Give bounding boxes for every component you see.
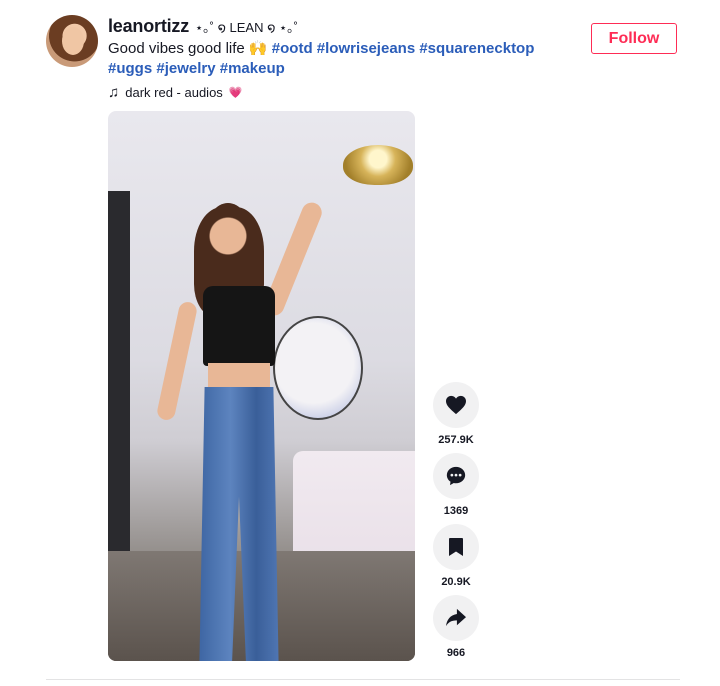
video-round-mirror bbox=[273, 316, 363, 420]
action-bar: 257.9K 1369 20.9K 966 bbox=[432, 382, 480, 666]
video-post: leanortizz ⋆｡˚ ໑ LEAN ໑ ⋆｡˚ Good vibes g… bbox=[0, 0, 720, 686]
avatar-face bbox=[62, 27, 84, 55]
video-player[interactable] bbox=[108, 111, 415, 661]
video-doorway bbox=[108, 191, 130, 611]
comment-count: 1369 bbox=[443, 505, 469, 517]
hashtag-link[interactable]: #squarenecktop bbox=[419, 40, 534, 57]
share-button[interactable] bbox=[433, 595, 479, 641]
pink-heart-icon: 💗 bbox=[228, 86, 243, 99]
share-icon bbox=[446, 608, 466, 627]
author-avatar[interactable] bbox=[46, 15, 98, 67]
follow-button[interactable]: Follow bbox=[591, 23, 677, 54]
author-line: leanortizz ⋆｡˚ ໑ LEAN ໑ ⋆｡˚ bbox=[108, 16, 578, 38]
post-divider bbox=[46, 679, 680, 680]
save-button[interactable] bbox=[433, 524, 479, 570]
hashtag-link[interactable]: #makeup bbox=[220, 60, 285, 77]
comment-button[interactable] bbox=[433, 453, 479, 499]
hashtag-link[interactable]: #jewelry bbox=[156, 60, 215, 77]
hashtag-link[interactable]: #lowrisejeans bbox=[317, 40, 415, 57]
author-username[interactable]: leanortizz bbox=[108, 16, 189, 37]
save-count: 20.9K bbox=[441, 576, 471, 588]
video-ceiling-lamp bbox=[343, 145, 413, 185]
like-count: 257.9K bbox=[438, 434, 474, 446]
caption-text: Good vibes good life 🙌 bbox=[108, 40, 268, 57]
video-person-top bbox=[203, 286, 275, 366]
music-title: dark red - audios bbox=[125, 84, 223, 100]
author-nickname: ⋆｡˚ ໑ LEAN ໑ ⋆｡˚ bbox=[195, 20, 299, 35]
music-note-icon: ♫ bbox=[108, 83, 120, 101]
heart-icon bbox=[446, 395, 466, 415]
video-person-lower-arm bbox=[155, 300, 199, 422]
like-button[interactable] bbox=[433, 382, 479, 428]
hashtag-link[interactable]: #ootd bbox=[272, 40, 313, 57]
share-count: 966 bbox=[446, 647, 466, 659]
video-person-head bbox=[206, 203, 250, 263]
post-header: leanortizz ⋆｡˚ ໑ LEAN ໑ ⋆｡˚ Good vibes g… bbox=[108, 16, 578, 101]
save-action: 20.9K bbox=[432, 524, 480, 595]
music-link[interactable]: ♫ dark red - audios 💗 bbox=[108, 83, 578, 101]
like-action: 257.9K bbox=[432, 382, 480, 453]
hashtag-link[interactable]: #uggs bbox=[108, 60, 152, 77]
comment-action: 1369 bbox=[432, 453, 480, 524]
video-person-waist bbox=[208, 363, 270, 391]
comment-icon bbox=[446, 466, 466, 486]
bookmark-icon bbox=[449, 538, 463, 556]
post-caption: Good vibes good life 🙌 #ootd #lowrisejea… bbox=[108, 39, 578, 79]
share-action: 966 bbox=[432, 595, 480, 666]
